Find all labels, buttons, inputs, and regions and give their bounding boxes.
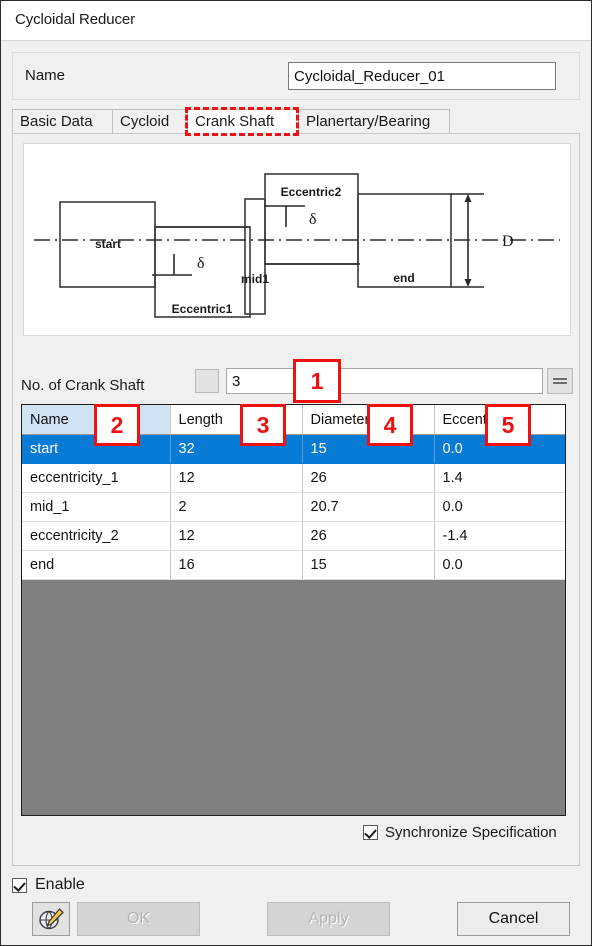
- no-of-crank-shaft-input[interactable]: [226, 368, 543, 394]
- cell-diameter[interactable]: 26: [302, 463, 435, 493]
- globe-pencil-icon: [39, 908, 64, 930]
- annotation-5: 5: [485, 404, 531, 446]
- cell-length[interactable]: 2: [170, 492, 303, 522]
- tab-planertary-bearing[interactable]: Planertary/Bearing: [298, 109, 450, 134]
- cell-diameter[interactable]: 20.7: [302, 492, 435, 522]
- globe-pencil-icon-button[interactable]: [32, 902, 70, 936]
- crank-shaft-tab-page: start Eccentric1 mid1 Eccentric2 end δ δ…: [12, 133, 580, 866]
- ok-button[interactable]: OK: [77, 902, 200, 936]
- synchronize-specification-label: Synchronize Specification: [385, 824, 557, 841]
- cancel-button[interactable]: Cancel: [457, 902, 570, 936]
- apply-button[interactable]: Apply: [267, 902, 390, 936]
- equals-icon-line-top: [553, 378, 567, 380]
- equals-menu-button[interactable]: [547, 368, 573, 394]
- diagram-label-eccentric2: Eccentric2: [281, 185, 342, 199]
- cell-name[interactable]: mid_1: [22, 492, 171, 522]
- crank-shaft-toggle-button[interactable]: [195, 369, 219, 393]
- cell-eccentricity[interactable]: 0.0: [434, 492, 565, 522]
- dialog-button-bar: OK Apply Cancel: [1, 899, 591, 945]
- enable-label: Enable: [35, 876, 85, 893]
- table-row[interactable]: eccentricity_1 12 26 1.4: [22, 463, 565, 493]
- synchronize-specification-checkbox[interactable]: [363, 825, 378, 840]
- annotation-1: 1: [293, 359, 341, 403]
- equals-icon-line-bottom: [553, 382, 567, 384]
- crank-shaft-table[interactable]: Name Length Diameter Eccentricity start …: [21, 404, 566, 816]
- annotation-4: 4: [367, 404, 413, 446]
- table-row[interactable]: end 16 15 0.0: [22, 550, 565, 580]
- diagram-label-delta-2: δ: [309, 211, 317, 228]
- tab-cycloid[interactable]: Cycloid: [112, 109, 188, 134]
- diagram-label-start: start: [95, 237, 121, 251]
- enable-checkbox[interactable]: [12, 877, 27, 893]
- table-row[interactable]: mid_1 2 20.7 0.0: [22, 492, 565, 522]
- tab-basic-data-label: Basic Data: [20, 113, 93, 130]
- cell-eccentricity[interactable]: -1.4: [434, 521, 565, 551]
- diagram-label-eccentric1: Eccentric1: [172, 302, 233, 316]
- dialog-title: Cycloidal Reducer: [15, 11, 136, 28]
- tab-strip: Basic Data Cycloid Crank Shaft Planertar…: [12, 109, 580, 134]
- tab-planertary-bearing-label: Planertary/Bearing: [306, 113, 431, 130]
- cell-name[interactable]: end: [22, 550, 171, 580]
- cell-eccentricity[interactable]: 0.0: [434, 550, 565, 580]
- cycloidal-reducer-dialog: Cycloidal Reducer Name Basic Data Cycloi…: [0, 0, 592, 946]
- synchronize-specification-row[interactable]: Synchronize Specification: [363, 824, 557, 841]
- cell-length[interactable]: 12: [170, 521, 303, 551]
- dialog-titlebar: Cycloidal Reducer: [1, 1, 591, 41]
- no-of-crank-shaft-label: No. of Crank Shaft: [21, 377, 145, 394]
- table-row[interactable]: eccentricity_2 12 26 -1.4: [22, 521, 565, 551]
- cell-eccentricity[interactable]: 1.4: [434, 463, 565, 493]
- name-input[interactable]: [288, 62, 556, 90]
- tab-basic-data[interactable]: Basic Data: [12, 109, 113, 134]
- cell-length[interactable]: 12: [170, 463, 303, 493]
- cell-name[interactable]: eccentricity_1: [22, 463, 171, 493]
- cell-name[interactable]: eccentricity_2: [22, 521, 171, 551]
- annotation-2: 2: [94, 404, 140, 446]
- cell-diameter[interactable]: 26: [302, 521, 435, 551]
- name-label: Name: [25, 67, 66, 84]
- diagram-label-mid1: mid1: [241, 272, 269, 286]
- tab-crank-shaft-label: Crank Shaft: [195, 113, 275, 130]
- crank-shaft-diagram-svg: start Eccentric1 mid1 Eccentric2 end δ δ…: [34, 173, 560, 318]
- name-group: Name: [12, 52, 580, 100]
- tab-cycloid-label: Cycloid: [120, 113, 170, 130]
- annotation-3: 3: [240, 404, 286, 446]
- diagram-label-delta-1: δ: [197, 255, 205, 272]
- crank-shaft-diagram: start Eccentric1 mid1 Eccentric2 end δ δ…: [23, 143, 571, 336]
- diagram-label-diameter: D: [502, 233, 514, 250]
- enable-row[interactable]: Enable: [12, 876, 85, 894]
- cell-diameter[interactable]: 15: [302, 550, 435, 580]
- cell-length[interactable]: 16: [170, 550, 303, 580]
- tab-crank-shaft[interactable]: Crank Shaft: [187, 109, 299, 134]
- diagram-label-end: end: [393, 271, 414, 285]
